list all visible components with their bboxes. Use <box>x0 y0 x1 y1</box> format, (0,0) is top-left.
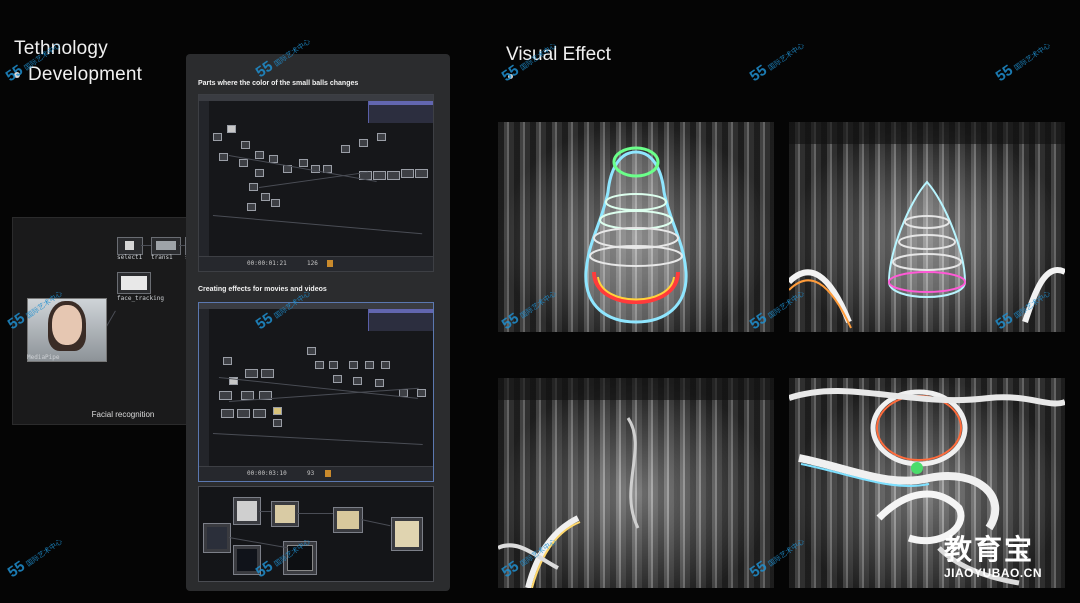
node[interactable] <box>247 203 256 211</box>
watermark: 55国际艺术中心 <box>5 532 65 581</box>
node[interactable] <box>261 193 270 201</box>
timeline-playhead[interactable] <box>325 470 331 477</box>
watermark-mark: 55 <box>746 61 771 86</box>
node[interactable] <box>237 409 250 418</box>
section-title-small-balls: Parts where the color of the small balls… <box>198 80 359 87</box>
node-preview <box>237 501 257 521</box>
node-wire <box>179 245 185 246</box>
node-wire <box>360 519 391 527</box>
node-label-trans1: trans1 <box>151 254 173 261</box>
node[interactable] <box>221 409 234 418</box>
node-closeup[interactable] <box>271 501 299 527</box>
watermark-cn: 国际艺术中心 <box>767 42 806 73</box>
node[interactable] <box>261 369 274 378</box>
node[interactable] <box>273 407 282 415</box>
node[interactable] <box>227 125 236 133</box>
watermark-mark: 55 <box>4 557 29 582</box>
node[interactable] <box>255 151 264 159</box>
editor-sidebar[interactable] <box>199 309 209 481</box>
node-label-select1: select1 <box>117 254 143 261</box>
node[interactable] <box>333 375 342 383</box>
node[interactable] <box>353 377 362 385</box>
editor-parameter-pane[interactable] <box>368 309 433 331</box>
timeline-timecode: 00:00:01:21 <box>247 260 287 267</box>
watermark-cn: 国际艺术中心 <box>1013 42 1052 73</box>
node-wire <box>259 171 369 188</box>
node-wire <box>212 433 423 445</box>
face-head <box>52 305 82 345</box>
watermark: 55国际艺术中心 <box>993 36 1053 85</box>
node[interactable] <box>219 391 232 400</box>
node[interactable] <box>415 169 428 178</box>
watermark-cn: 国际艺术中心 <box>25 538 64 569</box>
timeline-playhead[interactable] <box>327 260 333 267</box>
node[interactable] <box>307 347 316 355</box>
timeline-frame: 93 <box>307 470 315 477</box>
watermark-mark: 55 <box>498 61 523 86</box>
timeline-timecode: 00:00:03:10 <box>247 470 287 477</box>
pane-header <box>369 101 433 105</box>
node-editor-effects[interactable]: 00:00:03:10 93 <box>198 302 434 482</box>
node-closeup[interactable] <box>391 517 423 551</box>
node[interactable] <box>219 153 228 161</box>
editor-sidebar[interactable] <box>199 101 209 271</box>
node[interactable] <box>249 183 258 191</box>
node-preview <box>275 505 295 523</box>
node[interactable] <box>245 369 258 378</box>
node-label-mediapipe: MediaPipe <box>27 354 60 361</box>
node-wire <box>297 513 333 514</box>
node-wire <box>212 215 423 235</box>
node[interactable] <box>375 379 384 387</box>
node[interactable] <box>387 171 400 180</box>
node[interactable] <box>315 361 324 369</box>
touchdesigner-screenshots-panel: Parts where the color of the small balls… <box>186 54 450 591</box>
node-preview <box>121 276 147 290</box>
node-label-face-tracking: face_tracking <box>117 295 164 302</box>
node[interactable] <box>299 159 308 167</box>
node-preview <box>337 511 359 529</box>
node[interactable] <box>255 169 264 177</box>
node-closeup[interactable] <box>203 523 231 553</box>
node-trans1[interactable] <box>151 237 181 255</box>
node-closeup[interactable] <box>333 507 363 533</box>
editor-timeline[interactable]: 00:00:03:10 93 <box>199 466 433 481</box>
node[interactable] <box>381 361 390 369</box>
node-preview <box>395 521 419 547</box>
node-closeup[interactable] <box>233 497 261 525</box>
node-face-tracking[interactable] <box>117 272 151 294</box>
node[interactable] <box>377 133 386 141</box>
watermark-mark: 55 <box>992 61 1017 86</box>
node[interactable] <box>401 169 414 178</box>
node[interactable] <box>359 139 368 147</box>
node[interactable] <box>271 199 280 207</box>
node[interactable] <box>213 133 222 141</box>
node[interactable] <box>223 357 232 365</box>
node[interactable] <box>329 361 338 369</box>
watermark: 55国际艺术中心 <box>747 36 807 85</box>
node[interactable] <box>373 171 386 180</box>
node-preview <box>125 241 134 250</box>
node[interactable] <box>239 159 248 167</box>
timeline-frame: 126 <box>307 260 318 267</box>
editor-timeline[interactable]: 00:00:01:21 126 <box>199 256 433 271</box>
node-editor-closeup[interactable] <box>198 486 434 582</box>
node[interactable] <box>253 409 266 418</box>
node-wire <box>141 245 151 246</box>
node[interactable] <box>341 145 350 153</box>
node-preview <box>207 527 227 549</box>
jiaoyubao-logo: 教育宝 <box>944 533 1035 566</box>
heading-line-2: Development <box>28 64 143 85</box>
node[interactable] <box>349 361 358 369</box>
node[interactable] <box>273 419 282 427</box>
node[interactable] <box>417 389 426 397</box>
editor-parameter-pane[interactable] <box>368 101 433 123</box>
node-preview <box>156 241 176 250</box>
node[interactable] <box>365 361 374 369</box>
jiaoyubao-url: JIAOYUBAO.CN <box>944 566 1043 580</box>
node-select1[interactable] <box>117 237 143 255</box>
pane-header <box>369 309 433 313</box>
node-editor-small-balls[interactable]: 00:00:01:21 126 <box>198 94 434 272</box>
node[interactable] <box>241 141 250 149</box>
node-wire <box>259 511 271 512</box>
